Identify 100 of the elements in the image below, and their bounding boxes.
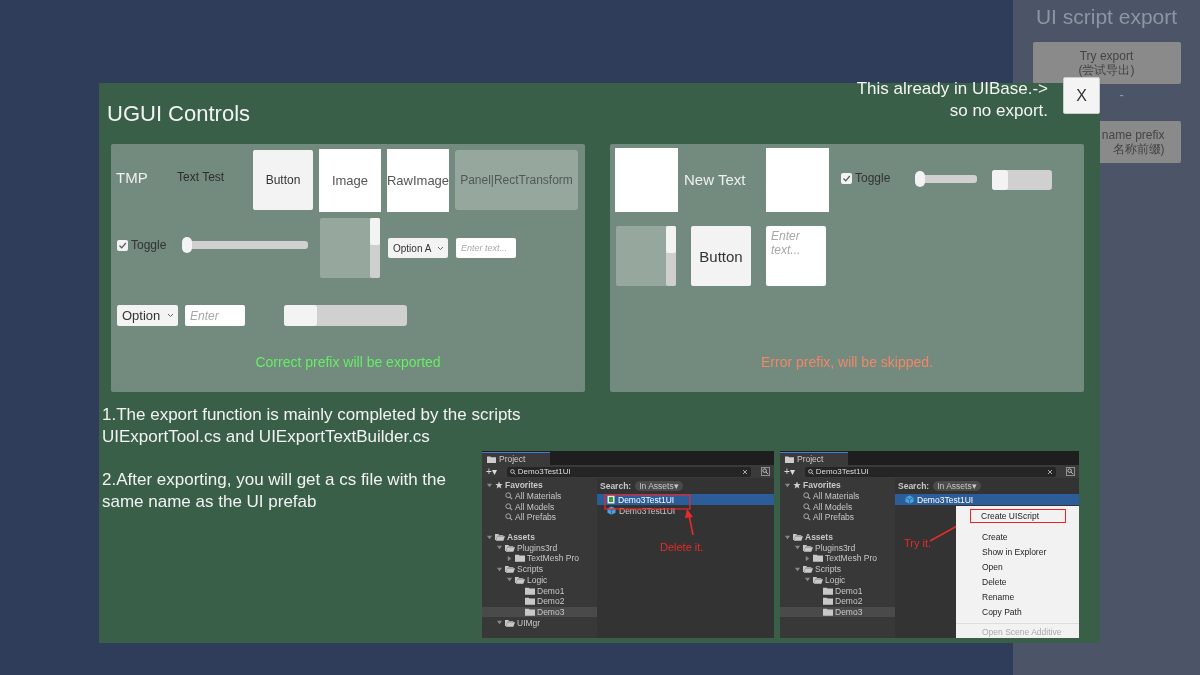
expand-arrow-icon[interactable] (794, 565, 801, 573)
dropdown[interactable]: Option (117, 305, 178, 326)
filter-icon[interactable] (1066, 467, 1075, 476)
folder-icon (793, 533, 803, 542)
expand-arrow-icon[interactable] (486, 533, 493, 541)
expand-arrow-icon[interactable] (496, 619, 503, 627)
input-field[interactable]: Enter (185, 305, 245, 326)
tree-item[interactable]: All Materials (482, 490, 597, 502)
label-text: Text Test (177, 169, 226, 186)
folder-icon (813, 575, 823, 584)
folder-icon (515, 554, 525, 563)
search-field[interactable]: Demo3Test1UI (804, 466, 1056, 477)
tree-item[interactable]: Favorites (482, 480, 597, 491)
caption-text: Correct prefix will be exported (254, 354, 442, 370)
menu-item[interactable]: Open (956, 559, 1079, 574)
search-field[interactable]: Demo3Test1UI (506, 466, 751, 477)
folder-icon (813, 554, 823, 563)
search-icon (807, 468, 814, 475)
menu-item[interactable]: Delete (956, 574, 1079, 589)
callout-arrow (685, 509, 694, 536)
search-icon (505, 513, 513, 522)
collapse-arrow-icon[interactable] (506, 554, 513, 562)
tree-item[interactable]: TextMesh Pro (780, 553, 895, 564)
scroll-view (616, 226, 676, 286)
slider-thumb[interactable] (915, 171, 925, 187)
tree-item[interactable]: Logic (482, 574, 597, 586)
filter-icon[interactable] (761, 467, 770, 476)
input-field[interactable]: Enter text... (456, 238, 516, 258)
scrollbar[interactable] (284, 305, 407, 326)
asset-item[interactable]: Demo3Test1UI (597, 494, 774, 505)
tree-item[interactable]: Demo2 (482, 595, 597, 607)
tree-item[interactable]: Logic (780, 574, 895, 586)
menu-item[interactable]: Rename (956, 589, 1079, 604)
clear-icon[interactable] (742, 468, 748, 475)
clear-icon[interactable] (1047, 468, 1053, 475)
expand-arrow-icon[interactable] (496, 544, 503, 552)
menu-item[interactable]: Show in Explorer (956, 544, 1079, 559)
toggle-checkbox[interactable] (841, 172, 852, 184)
panel-element: Panel|RectTransform (455, 150, 578, 210)
ui-button[interactable]: Button (691, 226, 751, 286)
image-element: RawImage (387, 149, 449, 212)
expand-arrow-icon[interactable] (804, 576, 811, 584)
tree-item[interactable]: All Materials (780, 490, 895, 502)
slider[interactable] (184, 238, 308, 252)
tree-item[interactable]: Demo3 (780, 606, 895, 618)
tree-item[interactable]: Plugins3rd (482, 542, 597, 554)
ui-button[interactable]: Button (253, 150, 313, 210)
slider-thumb[interactable] (182, 237, 192, 253)
input-field[interactable]: Enter text... (766, 226, 826, 286)
tree-item[interactable]: Scripts (482, 563, 597, 575)
tree-item[interactable]: All Prefabs (482, 512, 597, 523)
menu-item[interactable]: Create UIScript (970, 509, 1066, 523)
add-menu-button[interactable]: +▾ (486, 466, 497, 477)
slider[interactable] (917, 172, 977, 186)
dialog-title: UGUI Controls (107, 101, 251, 128)
scroll-view (320, 218, 380, 278)
tree-item[interactable]: UIMgr (482, 617, 597, 628)
folder-icon (505, 618, 515, 627)
expand-arrow-icon[interactable] (794, 544, 801, 552)
tree-item[interactable]: Scripts (780, 563, 895, 575)
add-menu-button[interactable]: +▾ (784, 466, 795, 477)
filter-chip[interactable]: In Assets▾ (635, 481, 683, 491)
folder-icon (487, 455, 496, 463)
toggle-label: Toggle (131, 238, 167, 252)
expand-arrow-icon[interactable] (506, 576, 513, 584)
tree-item[interactable]: Plugins3rd (780, 542, 895, 554)
tree-item[interactable]: All Models (482, 501, 597, 513)
tree-item[interactable]: Assets (780, 531, 895, 543)
scrollbar[interactable] (992, 170, 1052, 190)
tree-item[interactable]: Demo1 (482, 585, 597, 596)
tree-item[interactable]: Demo1 (780, 585, 895, 596)
project-tab[interactable]: Project (482, 452, 551, 465)
expand-arrow-icon[interactable] (784, 533, 791, 541)
filter-chip[interactable]: In Assets▾ (933, 481, 981, 491)
star-icon (793, 481, 801, 490)
toggle-checkbox[interactable] (117, 239, 128, 251)
star-icon (495, 481, 503, 490)
separator-text: - (1119, 90, 1124, 104)
tree-item[interactable]: Demo3 (482, 606, 597, 618)
help-text: 1.The export function is mainly completed by the scripts UIExportTool.cs and UIExportTextBuilder.cs (102, 404, 522, 448)
tree-item[interactable]: TextMesh Pro (482, 553, 597, 564)
project-tab[interactable]: Project (780, 452, 849, 465)
close-button[interactable]: X (1063, 77, 1100, 114)
expand-arrow-icon[interactable] (784, 481, 791, 489)
tree-item[interactable]: Demo2 (780, 595, 895, 607)
search-icon (803, 513, 811, 522)
tree-item[interactable]: Assets (482, 531, 597, 543)
expand-arrow-icon[interactable] (486, 481, 493, 489)
dropdown[interactable]: Option A (388, 238, 448, 258)
collapse-arrow-icon[interactable] (804, 554, 811, 562)
menu-item[interactable]: Create (956, 529, 1079, 544)
tree-item[interactable]: Favorites (780, 480, 895, 491)
cube-icon (607, 506, 616, 515)
menu-item[interactable]: Copy Path (956, 604, 1079, 619)
tree-item[interactable]: All Prefabs (780, 512, 895, 523)
caret-icon (167, 313, 174, 318)
asset-item[interactable]: Demo3Test1UI (895, 494, 1079, 505)
expand-arrow-icon[interactable] (496, 565, 503, 573)
script-icon (607, 495, 615, 504)
tree-item[interactable]: All Models (780, 501, 895, 513)
